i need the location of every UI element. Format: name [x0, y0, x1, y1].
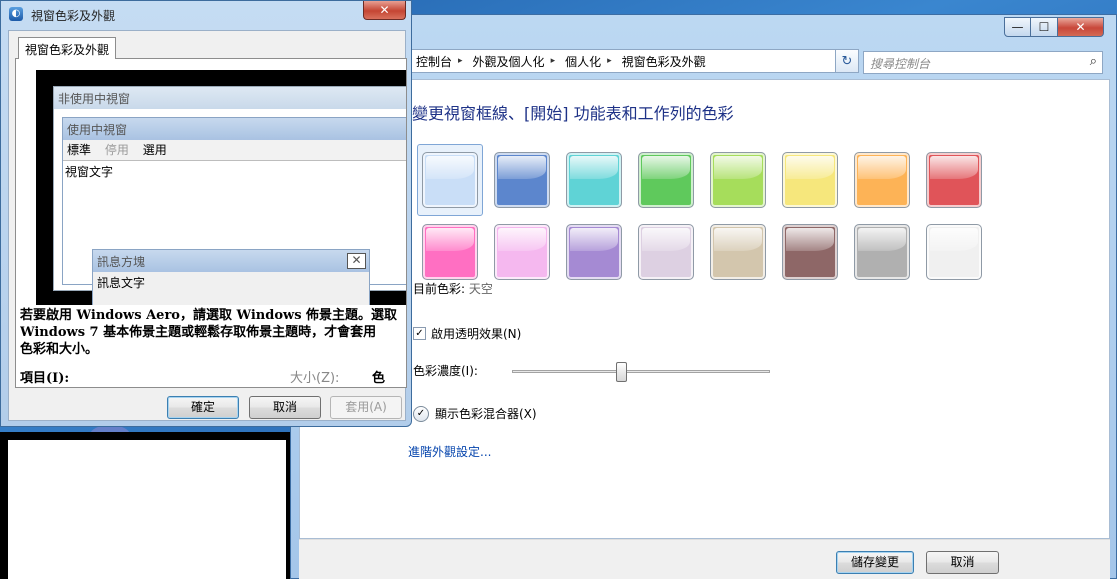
window-caption-buttons: — ☐ ✕	[1004, 17, 1104, 37]
breadcrumb-separator-icon[interactable]: ▸	[551, 56, 556, 66]
dialog-close-button[interactable]: ✕	[363, 1, 406, 20]
color-swatch[interactable]	[566, 152, 622, 208]
close-button[interactable]: ✕	[1058, 17, 1104, 37]
apply-button[interactable]: 套用(A)	[330, 396, 402, 419]
color-swatch[interactable]	[638, 224, 694, 280]
intensity-slider-thumb[interactable]	[616, 362, 628, 382]
item-row: 項目(I): 大小(Z): 色	[20, 367, 405, 386]
expand-chevron-icon[interactable]: ✓	[413, 405, 429, 422]
preview-msg-close-icon: ✕	[347, 253, 366, 269]
search-icon[interactable]: ⌕	[1090, 54, 1097, 69]
checkbox-check-icon[interactable]: ✓	[413, 327, 426, 340]
color-mixer-label: 顯示色彩混合器(X)	[435, 407, 537, 421]
description-line: Windows 7 基本佈景主題或輕鬆存取佈景主題時，才會套用	[20, 325, 377, 340]
color-swatch[interactable]	[710, 152, 766, 208]
personalization-window: — ☐ ✕ 控制台 ▸ 外觀及個人化 ▸ 個人化 ▸ 視窗色彩及外觀 ▾ ↻ 搜…	[290, 14, 1117, 579]
color-swatch[interactable]	[710, 224, 766, 280]
window-color-dialog: ◐ 視窗色彩及外觀 ✕ 視窗色彩及外觀 非使用中視窗 使用中視窗 標準 停用 選…	[0, 0, 412, 427]
description-line: 若要啟用 Windows Aero，請選取 Windows 佈景主題。選取	[20, 308, 398, 323]
breadcrumb-separator-icon[interactable]: ▸	[458, 56, 463, 66]
preview-msg-text: 訊息文字	[97, 276, 146, 290]
preview-menu-disabled: 停用	[104, 143, 129, 157]
color-label: 色	[372, 371, 386, 386]
dialog-cancel-button[interactable]: 取消	[249, 396, 321, 419]
save-button[interactable]: 儲存變更	[836, 551, 914, 574]
breadcrumb-personalization[interactable]: 個人化	[565, 53, 601, 70]
preview-menu-normal: 標準	[67, 143, 92, 157]
maximize-button[interactable]: ☐	[1031, 17, 1058, 37]
color-swatch[interactable]	[854, 224, 910, 280]
color-swatch[interactable]	[638, 152, 694, 208]
ok-button[interactable]: 確定	[167, 396, 239, 419]
tab-panel: 非使用中視窗 使用中視窗 標準 停用 選用 視窗文字 訊息方塊✕ 訊息文字 確定	[15, 58, 407, 388]
color-swatch[interactable]	[494, 152, 550, 208]
preview-inactive-window: 非使用中視窗 使用中視窗 標準 停用 選用 視窗文字 訊息方塊✕ 訊息文字 確定	[53, 86, 406, 305]
minimize-button[interactable]: —	[1004, 17, 1031, 37]
color-swatch[interactable]	[566, 224, 622, 280]
aero-description: 若要啟用 Windows Aero，請選取 Windows 佈景主題。選取 Wi…	[20, 307, 405, 358]
cancel-button[interactable]: 取消	[926, 551, 999, 574]
button-bar: 儲存變更 取消	[299, 539, 1110, 579]
preview-active-window: 使用中視窗 標準 停用 選用 視窗文字 訊息方塊✕ 訊息文字 確定	[62, 117, 406, 305]
color-swatch[interactable]	[422, 224, 478, 280]
dialog-title: 視窗色彩及外觀	[31, 9, 116, 23]
preview-menu-selected: 選用	[142, 143, 167, 157]
search-input[interactable]: 搜尋控制台 ⌕	[863, 51, 1103, 74]
preview-msg-title: 訊息方塊	[97, 255, 146, 269]
color-mixer-toggle[interactable]: ✓ 顯示色彩混合器(X)	[413, 405, 537, 422]
refresh-button[interactable]: ↻	[835, 49, 859, 73]
page-title: 變更視窗框線、[開始] 功能表和工作列的色彩	[412, 104, 734, 123]
breadcrumb-separator-icon[interactable]: ▸	[607, 56, 612, 66]
color-swatch[interactable]	[854, 152, 910, 208]
color-swatch[interactable]	[782, 152, 838, 208]
current-color-label: 目前色彩:	[413, 282, 466, 296]
transparency-label: 啟用透明效果(N)	[431, 327, 522, 341]
background-window-content	[8, 440, 286, 579]
advanced-appearance-link[interactable]: 進階外觀設定...	[408, 443, 491, 460]
preview-message-box: 訊息方塊✕ 訊息文字 確定	[92, 249, 370, 305]
breadcrumb-control-panel[interactable]: 控制台	[416, 53, 452, 70]
size-label: 大小(Z):	[290, 371, 340, 386]
color-swatch[interactable]	[494, 224, 550, 280]
dialog-app-icon: ◐	[9, 7, 23, 21]
current-color-value: 天空	[468, 282, 493, 296]
content-pane: 變更視窗框線、[開始] 功能表和工作列的色彩 目前色彩: 天空 ✓ 啟用透明效果…	[299, 79, 1110, 539]
color-swatch[interactable]	[926, 152, 982, 208]
breadcrumb-window-color[interactable]: 視窗色彩及外觀	[622, 53, 706, 70]
item-label: 項目(I):	[20, 371, 70, 386]
preview-menu-bar: 標準 停用 選用	[63, 140, 406, 158]
transparency-checkbox[interactable]: ✓ 啟用透明效果(N)	[413, 325, 521, 342]
intensity-slider-track[interactable]	[512, 370, 770, 373]
search-placeholder: 搜尋控制台	[870, 57, 931, 71]
preview-active-title: 使用中視窗	[63, 118, 406, 140]
appearance-preview[interactable]: 非使用中視窗 使用中視窗 標準 停用 選用 視窗文字 訊息方塊✕ 訊息文字 確定	[36, 70, 406, 305]
description-line: 色彩和大小。	[20, 342, 99, 357]
color-swatch[interactable]	[782, 224, 838, 280]
current-color: 目前色彩: 天空	[413, 280, 493, 297]
color-swatch[interactable]	[422, 152, 478, 208]
color-swatch[interactable]	[926, 224, 982, 280]
intensity-label: 色彩濃度(I):	[413, 364, 478, 378]
dialog-body: 視窗色彩及外觀 非使用中視窗 使用中視窗 標準 停用 選用 視窗文字 訊息方塊	[8, 30, 407, 421]
preview-inactive-title: 非使用中視窗	[54, 87, 406, 109]
breadcrumb-appearance[interactable]: 外觀及個人化	[473, 53, 545, 70]
tab-window-color[interactable]: 視窗色彩及外觀	[18, 37, 116, 59]
